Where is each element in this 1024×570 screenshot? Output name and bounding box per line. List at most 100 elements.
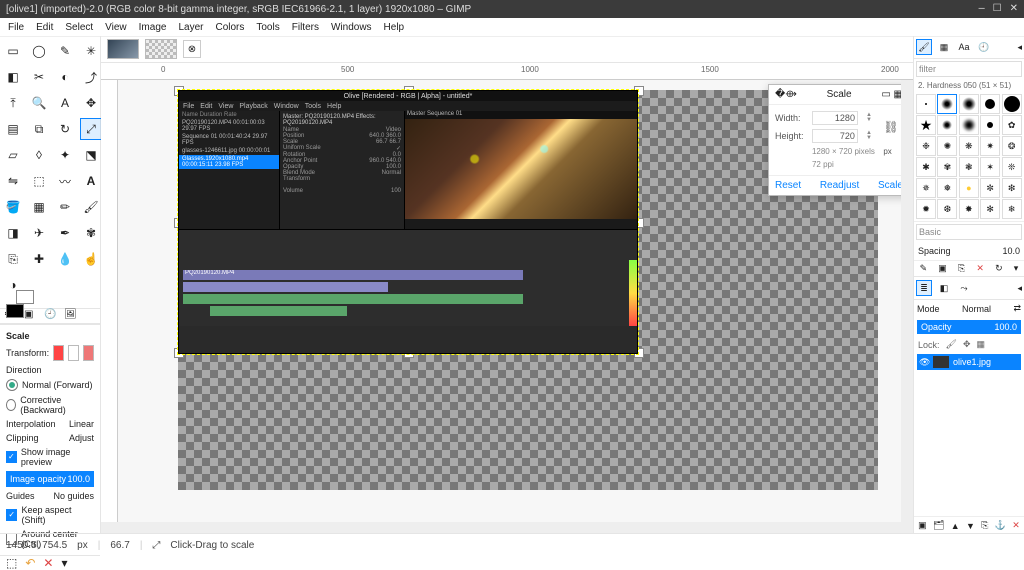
fuzzy-select-tool[interactable]: ✳ bbox=[80, 40, 102, 62]
close-tab-icon[interactable]: ⊗ bbox=[183, 40, 201, 58]
flip-tool[interactable]: ⇋ bbox=[2, 170, 24, 192]
layer-item[interactable]: 👁 olive1.jpg bbox=[917, 354, 1021, 370]
clip-value[interactable]: Adjust bbox=[69, 433, 94, 443]
paths-tab-icon[interactable]: ⤳ bbox=[956, 280, 972, 296]
scale-height-spinner[interactable]: ▲▼ bbox=[866, 131, 879, 141]
brush-item[interactable] bbox=[1002, 94, 1022, 114]
channels-tab-icon[interactable]: ◧ bbox=[936, 280, 952, 296]
status-unit[interactable]: px bbox=[77, 540, 88, 551]
menu-icon[interactable]: ▾ bbox=[61, 556, 67, 570]
canvas-scrollbar-vertical[interactable] bbox=[901, 80, 913, 522]
spacing-value[interactable]: 10.0 bbox=[955, 246, 1020, 256]
layer-down-icon[interactable]: ▼ bbox=[966, 521, 975, 531]
ellipse-select-tool[interactable]: ◯ bbox=[28, 40, 50, 62]
brushes-tab-icon[interactable]: 🖌 bbox=[916, 39, 932, 55]
menu-layer[interactable]: Layer bbox=[178, 22, 203, 33]
minimize-button[interactable]: — bbox=[979, 4, 985, 15]
brush-item[interactable] bbox=[937, 115, 957, 135]
brush-item[interactable]: ❅ bbox=[937, 178, 957, 198]
menu-image[interactable]: Image bbox=[139, 22, 167, 33]
brush-item[interactable]: ❋ bbox=[959, 136, 979, 156]
scale-readjust-button[interactable]: Readjust bbox=[820, 180, 859, 191]
layer-mode-switch-icon[interactable]: ⇄ bbox=[1013, 303, 1021, 314]
brush-item[interactable] bbox=[980, 115, 1000, 135]
brush-item[interactable] bbox=[959, 94, 979, 114]
chain-icon[interactable]: ⛓ bbox=[883, 120, 901, 134]
transform-layer-icon[interactable] bbox=[53, 345, 64, 361]
eye-icon[interactable]: 👁 bbox=[919, 357, 929, 368]
bg-color-swatch[interactable] bbox=[16, 290, 34, 304]
brush-item[interactable]: ❆ bbox=[937, 199, 957, 219]
scissors-tool[interactable]: ✂ bbox=[28, 66, 50, 88]
brush-item[interactable] bbox=[959, 115, 979, 135]
menu-help[interactable]: Help bbox=[384, 22, 405, 33]
delete-icon[interactable]: ✕ bbox=[43, 556, 53, 570]
brush-item[interactable]: ✹ bbox=[916, 199, 936, 219]
brush-item[interactable]: ✵ bbox=[916, 178, 936, 198]
shear-tool[interactable]: ▱ bbox=[2, 144, 24, 166]
scale-height-input[interactable]: 720 bbox=[812, 129, 858, 143]
brush-menu-icon[interactable]: ▾ bbox=[1014, 263, 1019, 274]
fg-color-swatch[interactable] bbox=[6, 304, 24, 318]
layer-anchor-icon[interactable]: ⚓ bbox=[995, 520, 1006, 531]
brush-item[interactable]: ✸ bbox=[959, 199, 979, 219]
ink-tool[interactable]: ✒ bbox=[54, 222, 76, 244]
brush-dup-icon[interactable]: ⎘ bbox=[958, 263, 965, 274]
brush-item[interactable]: ❉ bbox=[916, 136, 936, 156]
brush-item[interactable]: ✾ bbox=[937, 157, 957, 177]
brush-refresh-icon[interactable]: ↻ bbox=[995, 263, 1003, 274]
layers-tab-icon[interactable]: ≣ bbox=[916, 280, 932, 296]
color-picker-tool[interactable]: ⤒ bbox=[2, 92, 24, 114]
layer-delete-icon[interactable]: ✕ bbox=[1012, 520, 1020, 531]
layer-opacity-slider[interactable]: Opacity 100.0 bbox=[917, 320, 1021, 334]
direction-corrective[interactable]: Corrective (Backward) bbox=[6, 395, 94, 415]
menu-colors[interactable]: Colors bbox=[215, 22, 244, 33]
scale-width-input[interactable]: 1280 bbox=[812, 111, 858, 125]
menu-file[interactable]: File bbox=[8, 22, 24, 33]
unified-transform-tool[interactable]: ✦ bbox=[54, 144, 76, 166]
crop-tool[interactable]: ⧉ bbox=[28, 118, 50, 140]
keep-aspect[interactable]: Keep aspect (Shift) bbox=[6, 505, 94, 525]
move-tool[interactable]: ✥ bbox=[80, 92, 102, 114]
close-button[interactable]: ✕ bbox=[1010, 3, 1018, 15]
brush-item[interactable]: ✻ bbox=[980, 199, 1000, 219]
show-preview[interactable]: Show image preview bbox=[6, 447, 94, 467]
transform-selection-icon[interactable] bbox=[68, 345, 79, 361]
brush-item[interactable] bbox=[980, 94, 1000, 114]
fonts-tab-icon[interactable]: Aa bbox=[956, 39, 972, 55]
brush-category[interactable]: Basic bbox=[916, 224, 1022, 240]
dock-menu-icon[interactable]: ◂ bbox=[1017, 283, 1022, 294]
paintbrush-tool[interactable]: 🖌 bbox=[80, 196, 102, 218]
scale-width-spinner[interactable]: ▲▼ bbox=[866, 113, 879, 123]
measure-tool[interactable]: A bbox=[54, 92, 76, 114]
scale-dialog[interactable]: �⟴ Scale ▭ ▦ Width: 1280 ▲▼ ⛓ Height: 72 bbox=[768, 84, 901, 196]
image-tab-2[interactable] bbox=[145, 39, 177, 59]
image-tab-icon[interactable]: 🖼 bbox=[64, 309, 78, 323]
layer-group-icon[interactable]: 🗂 bbox=[933, 520, 944, 531]
paths-tool[interactable]: ⤴ bbox=[80, 66, 102, 88]
layer-name[interactable]: olive1.jpg bbox=[953, 357, 991, 367]
history-tab-icon[interactable]: 🕘 bbox=[976, 39, 992, 55]
image-opacity-slider[interactable]: Image opacity 100.0 bbox=[6, 471, 94, 487]
layer-mode-select[interactable]: Normal bbox=[962, 304, 991, 314]
brush-item[interactable]: ★ bbox=[916, 115, 936, 135]
brush-item[interactable] bbox=[916, 94, 936, 114]
menu-windows[interactable]: Windows bbox=[331, 22, 372, 33]
transform-path-icon[interactable] bbox=[83, 345, 94, 361]
brush-item[interactable]: ❊ bbox=[1002, 157, 1022, 177]
blur-tool[interactable]: 💧 bbox=[54, 248, 76, 270]
zoom-tool[interactable]: 🔍 bbox=[28, 92, 50, 114]
handle-transform-tool[interactable]: ⬔ bbox=[80, 144, 102, 166]
mypaint-tool[interactable]: ✾ bbox=[80, 222, 102, 244]
patterns-tab-icon[interactable]: ▦ bbox=[936, 39, 952, 55]
brush-item[interactable]: ❇ bbox=[1002, 178, 1022, 198]
smudge-tool[interactable]: ☝ bbox=[80, 248, 102, 270]
brush-delete-icon[interactable]: ✕ bbox=[976, 263, 984, 274]
direction-normal[interactable]: Normal (Forward) bbox=[6, 379, 94, 391]
history-tab-icon[interactable]: 🕘 bbox=[44, 309, 58, 323]
new-layer-icon[interactable]: ▣ bbox=[918, 520, 927, 531]
device-tab-icon[interactable]: ▣ bbox=[24, 309, 38, 323]
undo-icon[interactable]: ↶ bbox=[25, 556, 35, 570]
brush-item[interactable]: ✶ bbox=[980, 157, 1000, 177]
perspective-tool[interactable]: ◊ bbox=[28, 144, 50, 166]
